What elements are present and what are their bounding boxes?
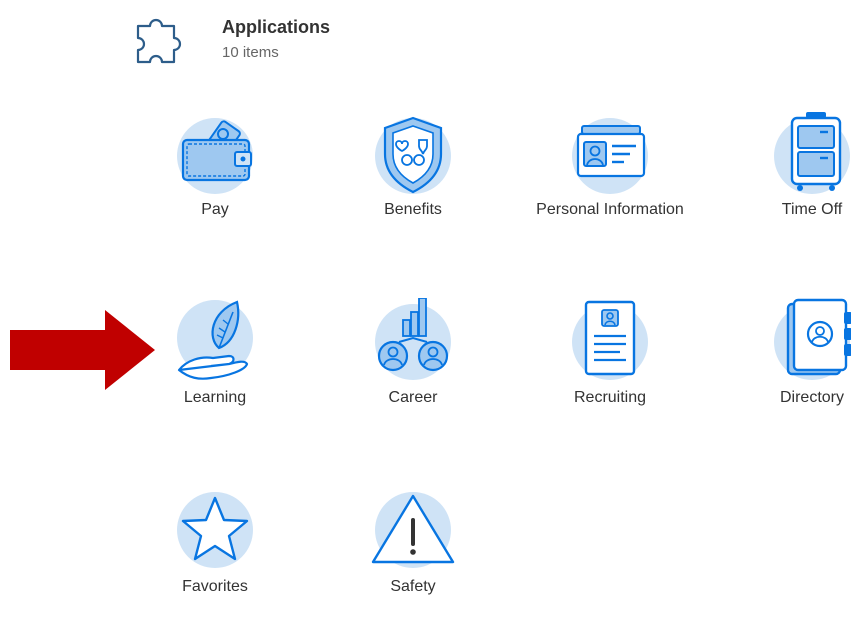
page-title: Applications [222,17,331,37]
app-benefits[interactable]: Benefits [353,112,473,262]
app-label: Directory [779,389,844,406]
app-time-off[interactable]: Time Off [752,112,851,262]
app-pay[interactable]: Pay [155,112,275,262]
app-learning[interactable]: Learning [155,298,275,448]
app-favorites[interactable]: Favorites [155,490,275,640]
app-label: Personal Information [536,201,684,218]
app-label: Recruiting [573,389,647,406]
app-label: Career [388,389,438,406]
app-label: Time Off [781,201,843,218]
app-safety[interactable]: Safety [353,490,473,640]
app-label: Learning [183,389,247,406]
id-card-icon [572,118,648,194]
applications-header: Applications 10 items [133,10,433,70]
wallet-icon [177,118,253,194]
shield-icon [375,116,451,194]
hand-leaf-icon [177,300,253,380]
suitcase-icon [774,112,850,194]
item-count: 10 items [222,44,279,61]
app-personal-information[interactable]: Personal Information [536,112,684,262]
address-book-icon [774,298,851,380]
star-icon [177,492,253,568]
app-directory[interactable]: Directory [752,298,851,448]
app-recruiting[interactable]: Recruiting [550,298,670,448]
app-career[interactable]: Career [353,298,473,448]
career-people-icon [375,298,451,380]
app-label: Safety [390,578,436,595]
app-label: Benefits [384,201,442,218]
red-arrow-icon [10,310,155,390]
puzzle-piece-icon [136,18,182,64]
app-label: Favorites [182,578,248,595]
warning-icon [371,492,455,568]
resume-icon [572,300,648,380]
app-label: Pay [201,201,229,218]
